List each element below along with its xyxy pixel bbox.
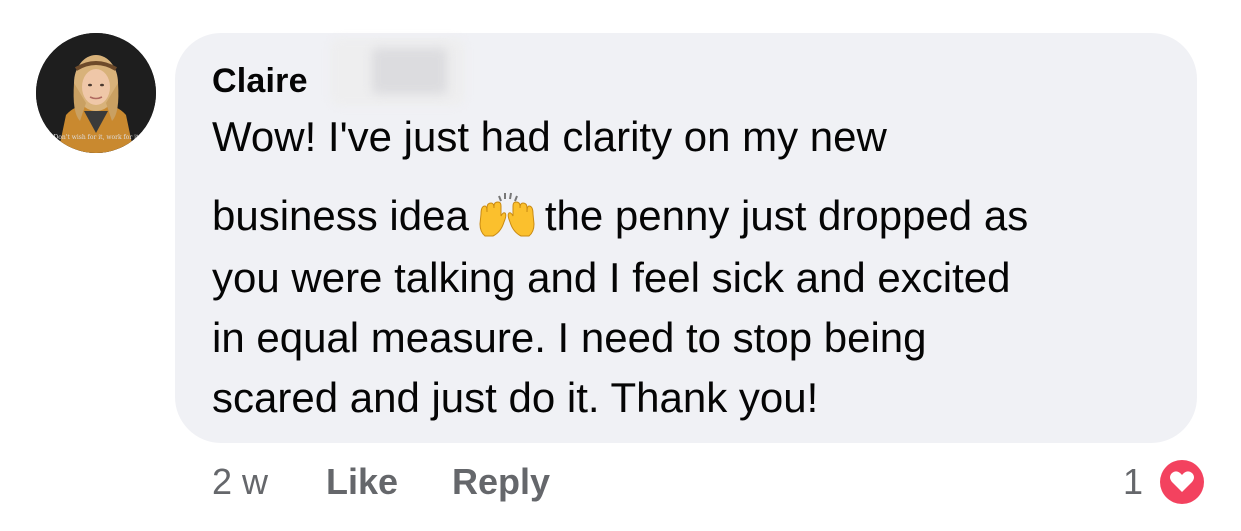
comment-line-4: in equal measure. I need to stop being <box>212 314 927 361</box>
comment-line-3: you were talking and I feel sick and exc… <box>212 254 1011 301</box>
comment-container: Don't wish for it, work for it Claire Wo… <box>0 0 1241 531</box>
reaction-count[interactable]: 1 <box>1123 460 1143 504</box>
heart-reaction-badge <box>1160 460 1204 504</box>
redacted-area-inner <box>372 48 447 94</box>
raising-hands-emoji-icon <box>475 192 539 238</box>
comment-line-1: Wow! I've just had clarity on my new <box>212 113 887 160</box>
comment-line-5: scared and just do it. Thank you! <box>212 374 819 421</box>
avatar[interactable]: Don't wish for it, work for it <box>36 33 156 153</box>
heart-icon <box>1170 471 1194 492</box>
avatar-caption: Don't wish for it, work for it <box>53 134 139 141</box>
author-name[interactable]: Claire <box>212 62 308 101</box>
heart-reaction[interactable] <box>1156 456 1208 508</box>
comment-text-segment: business idea <box>212 192 469 239</box>
comment-timestamp[interactable]: 2 w <box>212 460 268 504</box>
comment-text-segment: the penny just dropped as <box>544 192 1029 239</box>
avatar-photo: Don't wish for it, work for it <box>36 33 156 153</box>
reply-button[interactable]: Reply <box>452 460 550 504</box>
like-button[interactable]: Like <box>326 460 398 504</box>
author-row: Claire <box>212 56 308 106</box>
comment-line-2: business idea the penny just dropped as <box>212 192 1028 238</box>
